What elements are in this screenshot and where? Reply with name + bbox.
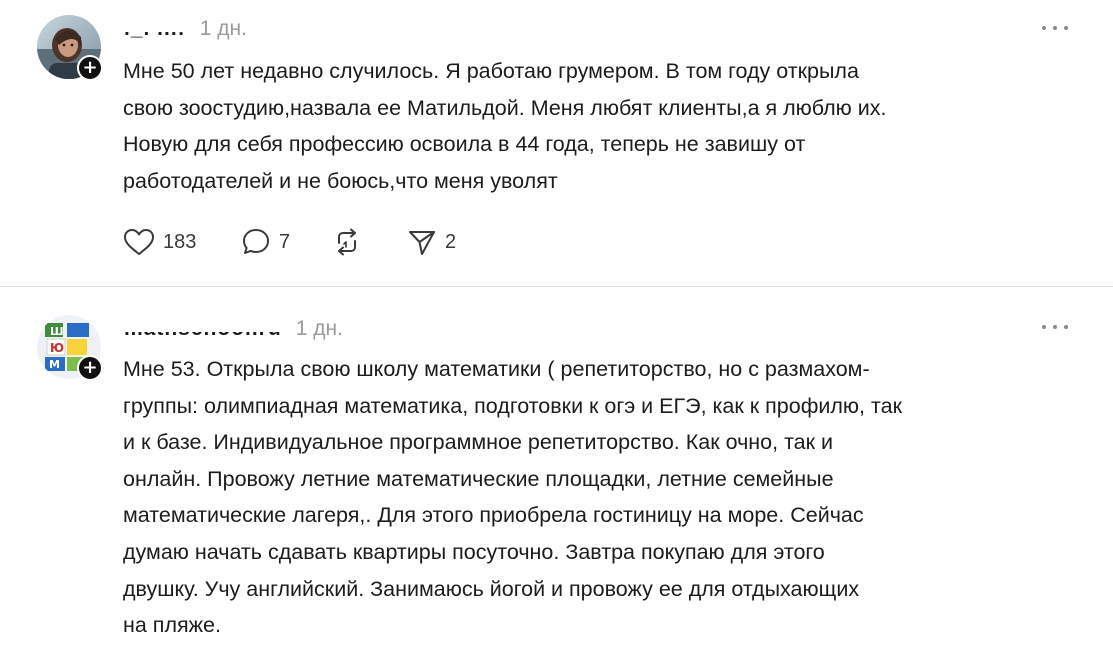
post-text: Мне 50 лет недавно случилось. Я работаю …	[123, 59, 887, 193]
more-options-icon[interactable]	[1042, 319, 1068, 335]
share-count: 2	[445, 230, 457, 253]
comment-count: 7	[279, 230, 291, 253]
avatar[interactable]: +	[37, 15, 103, 81]
avatar[interactable]: Ш Ю М +	[37, 315, 103, 381]
send-icon	[409, 231, 435, 255]
logo-letter: Ш	[50, 325, 64, 338]
post-header: l_l ...! 1 дн.	[122, 14, 247, 44]
more-options-icon[interactable]	[1042, 20, 1068, 36]
repost-button[interactable]	[331, 226, 407, 258]
username[interactable]: l_l ...!	[122, 17, 188, 41]
share-button[interactable]: 2	[407, 226, 456, 258]
logo-letter: М	[49, 358, 60, 371]
post-header: mathschool.ru 1 дн.	[122, 314, 343, 344]
like-count: 183	[163, 230, 197, 253]
username[interactable]: mathschool.ru	[122, 317, 284, 341]
post-actions: 183 7 2	[123, 226, 456, 258]
repost-icon	[338, 228, 356, 256]
timestamp: 1 дн.	[295, 317, 343, 340]
timestamp: 1 дн.	[199, 17, 247, 40]
like-button[interactable]: 183	[123, 226, 241, 258]
follow-plus-icon[interactable]: +	[77, 355, 103, 381]
heart-icon	[124, 229, 154, 255]
logo-letter: Ю	[50, 341, 64, 355]
comment-button[interactable]: 7	[241, 226, 331, 258]
post: Ш Ю М + mathschool.ru 1 дн. Мне 53. Откр…	[0, 287, 1113, 668]
post-text: Мне 53. Открыла свою школу математики ( …	[123, 357, 902, 638]
follow-plus-icon[interactable]: +	[77, 55, 103, 81]
comment-icon	[243, 229, 269, 254]
post: + l_l ...! 1 дн. Мне 50 лет недавно случ…	[0, 0, 1113, 286]
